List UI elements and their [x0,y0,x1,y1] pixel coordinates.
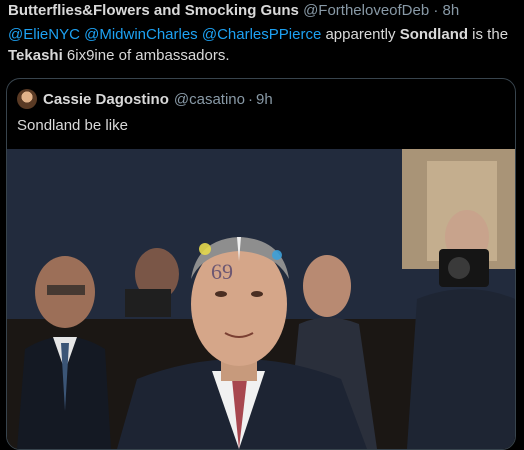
face-tattoo-text: 69 [211,259,233,284]
tweet[interactable]: Butterflies&Flowers and Smocking Guns @F… [0,0,524,450]
quoted-separator-dot: · [247,90,253,108]
photo-meme-illustration: 69 [7,149,515,449]
quoted-author-handle[interactable]: @casatino [174,91,245,108]
mention-elienyc[interactable]: @ElieNYC [8,26,80,43]
tweet-bold-sondland: Sondland [399,26,469,43]
quoted-author-avatar[interactable] [17,89,37,109]
mention-charlesppierce[interactable]: @CharlesPPierce [202,26,321,43]
quoted-tweet-photo[interactable]: 69 [7,149,515,449]
quoted-tweet-text: Sondland be like [17,117,128,134]
separator-dot: · [433,2,439,19]
quoted-tweet-card[interactable]: Cassie Dagostino @casatino · 9h Sondland… [6,78,516,450]
tweet-text: @ElieNYC @MidwinCharles @CharlesPPierce … [8,24,516,66]
quoted-tweet-header: Cassie Dagostino @casatino · 9h [17,89,273,109]
tweet-text-part3: 6ix9ine of ambassadors. [62,47,230,64]
tweet-text-part2: is the [468,26,509,43]
author-handle[interactable]: @FortheloveofDeb [303,2,429,19]
author-name[interactable]: Butterflies&Flowers and Smocking Guns [8,2,299,19]
mention-midwincharles[interactable]: @MidwinCharles [84,26,198,43]
tweet-bold-tekashi: Tekashi [8,47,63,64]
tweet-header: Butterflies&Flowers and Smocking Guns @F… [8,2,459,20]
quoted-tweet-time[interactable]: 9h [256,91,273,108]
tweet-text-part1: apparently [321,26,400,43]
quoted-author-name[interactable]: Cassie Dagostino [43,91,169,108]
tweet-time[interactable]: 8h [443,2,460,19]
